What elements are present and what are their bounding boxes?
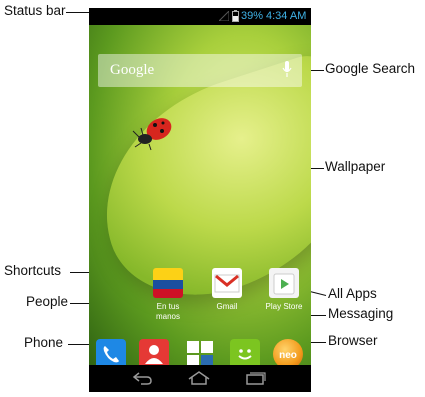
svg-text:neo: neo [279, 350, 297, 361]
microphone-icon[interactable] [282, 61, 292, 84]
shortcut-gmail[interactable]: Gmail [201, 268, 253, 312]
favorites-dock: neo [89, 325, 311, 365]
shortcut-play-store[interactable]: Play Store [258, 268, 310, 312]
status-time: 4:34 AM [266, 10, 307, 22]
ladybug-icon [129, 111, 177, 156]
home-screen-wallpaper: Google En tus manos Gmail Play Store neo [89, 25, 311, 365]
shortcut-label-line1: En tus [156, 302, 180, 311]
messaging-icon[interactable] [230, 339, 260, 365]
callout-browser: Browser [328, 333, 378, 348]
recent-apps-icon[interactable] [245, 371, 267, 390]
shortcut-en-tus-manos[interactable]: En tus manos [142, 268, 194, 322]
browser-icon[interactable]: neo [273, 339, 303, 365]
back-icon[interactable] [131, 371, 153, 390]
shortcut-label: Gmail [216, 302, 238, 311]
folder-icon [153, 268, 183, 298]
callout-shortcuts: Shortcuts [4, 263, 62, 278]
people-icon[interactable] [139, 339, 169, 365]
home-icon[interactable] [187, 371, 211, 390]
google-search-label: Google [110, 62, 155, 78]
shortcut-label-line2: manos [155, 312, 180, 321]
status-bar: 39% 4:34 AM [89, 8, 311, 25]
gmail-icon [212, 268, 242, 298]
callout-status-bar: Status bar [4, 3, 66, 18]
phone-screen: 39% 4:34 AM Google En tus manos Gmail Pl… [89, 8, 311, 392]
battery-icon [232, 10, 239, 25]
battery-percent: 39% [241, 10, 264, 22]
google-search-bar[interactable]: Google [98, 54, 302, 87]
shortcut-label: Play Store [265, 302, 303, 311]
callout-all-apps: All Apps [328, 286, 377, 301]
no-signal-icon [217, 9, 230, 24]
callout-people: People [26, 294, 69, 309]
callout-google-search: Google Search [325, 61, 416, 76]
all-apps-icon[interactable] [185, 339, 215, 365]
play-store-icon [269, 268, 299, 298]
callout-wallpaper: Wallpaper [325, 159, 386, 174]
callout-phone: Phone [24, 335, 64, 350]
callout-messaging: Messaging [328, 306, 394, 321]
navigation-bar [89, 365, 311, 392]
phone-icon[interactable] [96, 339, 126, 365]
